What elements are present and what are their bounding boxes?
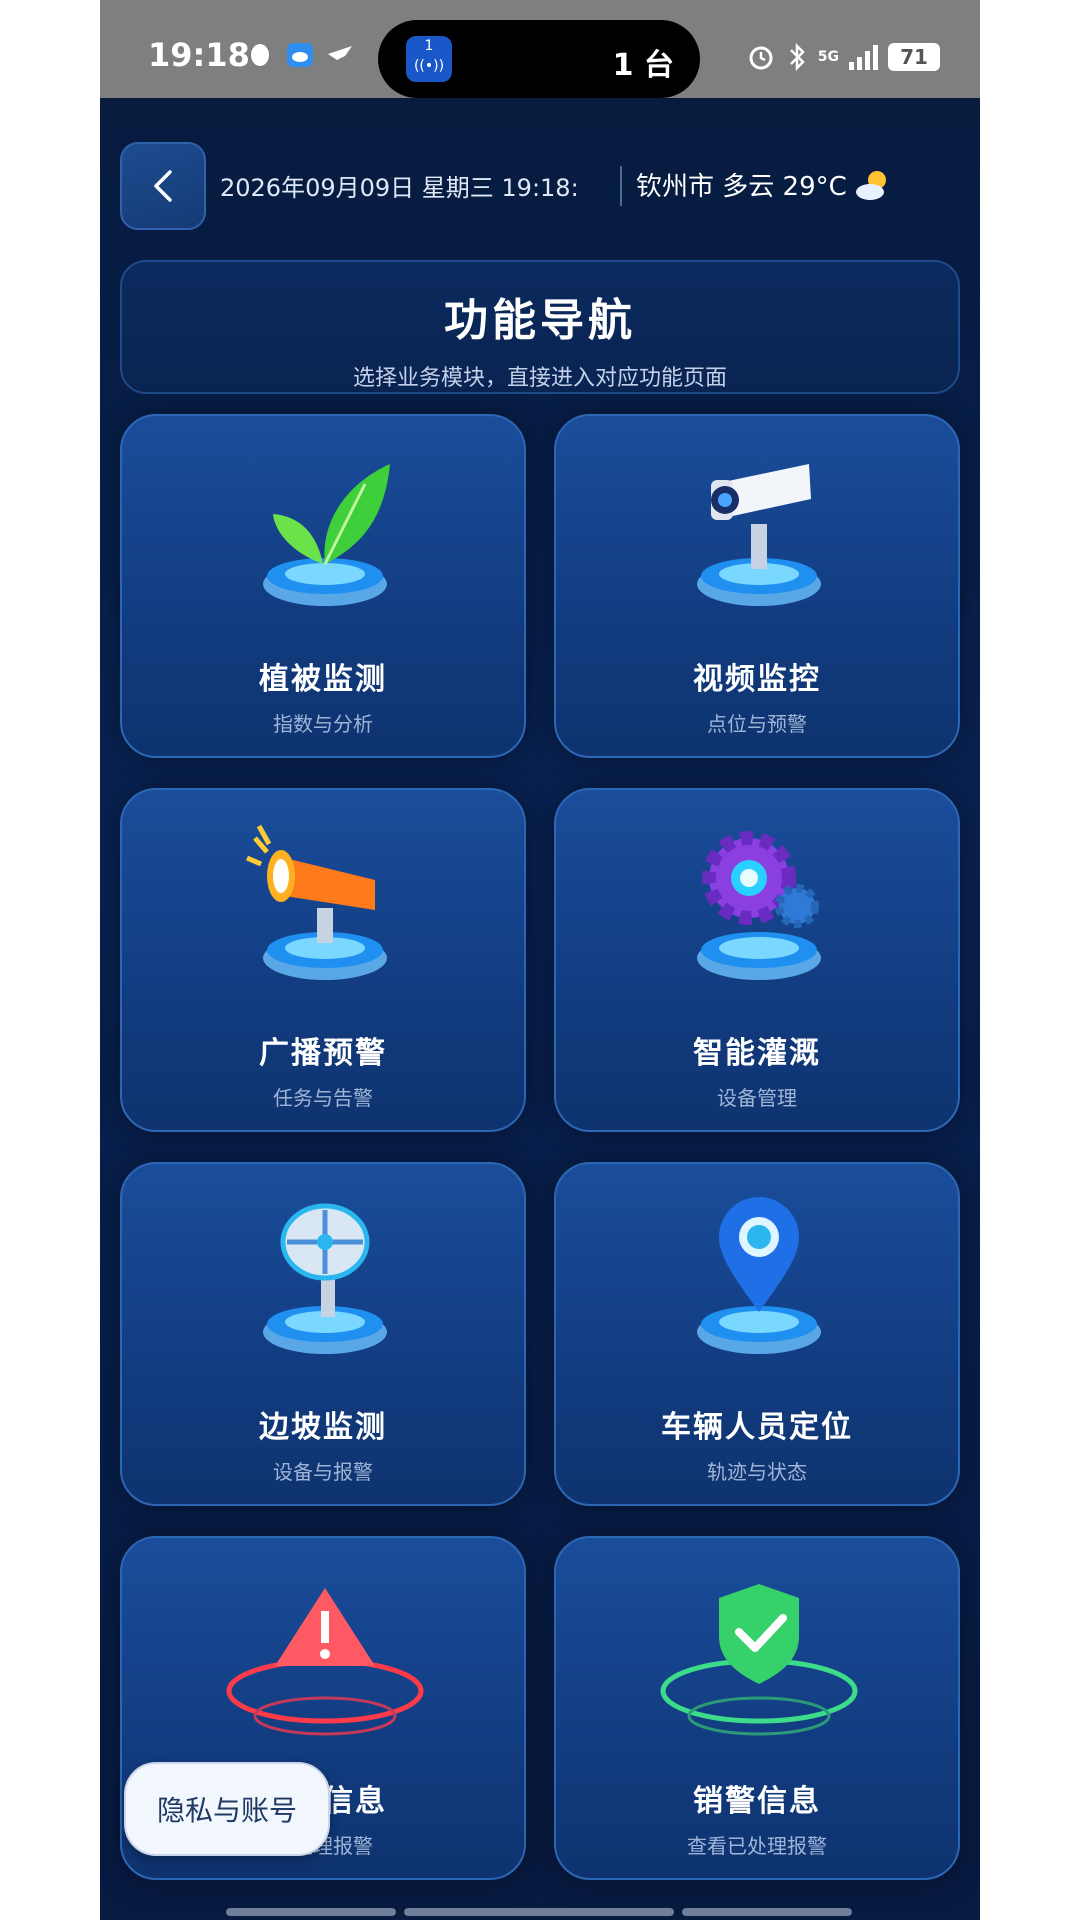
- header-divider: [620, 166, 622, 206]
- warning-icon: [226, 1588, 424, 1736]
- location-pin-icon: [697, 1197, 821, 1354]
- module-name: 智能灌溉: [693, 1036, 821, 1071]
- bottom-indicator: [682, 1908, 852, 1916]
- chevron-left-icon: [154, 170, 172, 202]
- satellite-dish-icon: [263, 1203, 387, 1354]
- system-icons: 5G 71: [746, 42, 940, 72]
- penguin-icon: [251, 44, 269, 66]
- module-desc: 轨迹与状态: [707, 1460, 807, 1484]
- module-desc: 指数与分析: [273, 712, 373, 736]
- module-desc: 设备管理: [717, 1086, 797, 1110]
- camera-icon: [697, 464, 821, 606]
- status-time: 19:18: [148, 36, 250, 74]
- module-name: 视频监控: [693, 662, 821, 697]
- title-card: 功能导航 选择业务模块，直接进入对应功能页面: [120, 260, 960, 394]
- module-card-vegetation[interactable]: 植被监测 指数与分析: [120, 414, 526, 758]
- bluetooth-icon: [789, 42, 805, 72]
- module-card-broadcast[interactable]: 广播预警 任务与告警: [120, 788, 526, 1132]
- module-name: 销警信息: [693, 1784, 821, 1819]
- page-subtitle: 选择业务模块，直接进入对应功能页面: [352, 366, 727, 391]
- module-card-irrigation[interactable]: 智能灌溉 设备管理: [554, 788, 960, 1132]
- bottom-indicator: [226, 1908, 396, 1916]
- datetime-text: 2026年09月09日 星期三 19:18:…: [220, 174, 580, 202]
- battery-icon: 71: [888, 43, 940, 71]
- partly-cloudy-icon: [855, 170, 886, 200]
- module-name: 车辆人员定位: [661, 1410, 853, 1445]
- dynamic-island[interactable]: 1 ((•)) 1 台: [378, 20, 700, 98]
- module-name: 植被监测: [259, 662, 387, 697]
- status-bar: 19:18 1 ((•)) 1 台 5G 71: [100, 0, 980, 98]
- network-label: 5G: [817, 49, 839, 65]
- signal-icon: [849, 44, 878, 70]
- island-count: 1 台: [612, 48, 674, 83]
- notification-icons: [245, 40, 355, 70]
- shield-check-icon: [660, 1584, 858, 1736]
- module-desc: 点位与预警: [707, 712, 807, 736]
- app-screen: 19:18 1 ((•)) 1 台 5G 71 2026年09月09日 星期三 …: [100, 0, 980, 1920]
- module-desc: 设备与报警: [273, 1460, 373, 1484]
- module-card-location[interactable]: 车辆人员定位 轨迹与状态: [554, 1162, 960, 1506]
- plant-icon: [263, 464, 390, 606]
- module-card-slope[interactable]: 边坡监测 设备与报警: [120, 1162, 526, 1506]
- page-title: 功能导航: [444, 295, 636, 346]
- weather-app-icon: [287, 43, 313, 67]
- weather-text: 钦州市 多云 29°C: [636, 172, 847, 202]
- module-card-clear-alarm[interactable]: 销警信息 查看已处理报警: [554, 1536, 960, 1880]
- bottom-indicator: [404, 1908, 674, 1916]
- module-desc: 任务与告警: [273, 1086, 373, 1110]
- module-name: 广播预警: [259, 1036, 387, 1071]
- back-button[interactable]: [120, 142, 206, 230]
- megaphone-icon: [246, 824, 387, 980]
- module-card-video[interactable]: 视频监控 点位与预警: [554, 414, 960, 758]
- alarm-icon: [749, 46, 773, 70]
- broadcast-app-icon: 1 ((•)): [406, 36, 452, 82]
- module-name: 边坡监测: [259, 1410, 387, 1445]
- header-bar: 2026年09月09日 星期三 19:18:… 钦州市 多云 29°C: [120, 142, 960, 230]
- module-desc: 查看已处理报警: [687, 1834, 827, 1858]
- bird-icon: [328, 46, 352, 60]
- island-badge: 1: [424, 38, 434, 54]
- weather-info: 钦州市 多云 29°C: [636, 166, 893, 203]
- privacy-account-button[interactable]: 隐私与账号: [124, 1762, 330, 1856]
- gear-icon: [697, 831, 821, 980]
